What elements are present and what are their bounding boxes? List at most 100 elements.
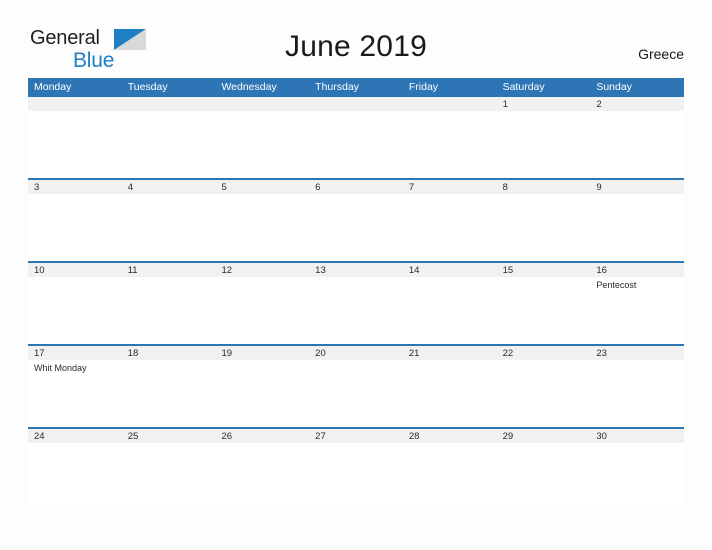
day-number: 6 <box>315 182 321 193</box>
day-number: 19 <box>221 348 233 359</box>
day-number: 17 <box>34 348 45 359</box>
calendar-day-cell[interactable]: 25 <box>121 429 216 510</box>
day-number-band <box>496 97 591 111</box>
day-number-band <box>215 180 310 194</box>
day-number: 18 <box>127 348 139 359</box>
day-number-band <box>496 180 591 194</box>
day-number: 7 <box>408 182 415 193</box>
calendar-day-cell[interactable]: 12 <box>215 263 310 344</box>
day-number: 9 <box>596 182 602 193</box>
calendar-day-cell[interactable]: 7 <box>402 180 497 261</box>
day-number: 12 <box>221 265 233 276</box>
day-number: 2 <box>596 99 602 110</box>
weekday-header-friday: Friday <box>408 81 439 93</box>
calendar-day-cell[interactable]: 27 <box>309 429 403 510</box>
day-number-band <box>590 97 685 111</box>
calendar-week-row: 12 <box>28 97 685 178</box>
calendar-day-cell[interactable]: 17 Whit Monday <box>28 346 122 427</box>
day-number: 13 <box>315 265 326 276</box>
page-header: General Blue June 2019 Greece <box>0 0 712 78</box>
day-number: 25 <box>127 431 139 442</box>
week-days: 12 <box>28 97 685 178</box>
weekday-header-sunday: Sunday <box>596 81 632 93</box>
calendar-day-cell[interactable]: 2 <box>590 97 685 178</box>
calendar-day-cell[interactable]: 30 <box>590 429 685 510</box>
calendar-day-cell[interactable]: 4 <box>121 180 216 261</box>
day-number: 28 <box>408 431 420 442</box>
calendar-day-cell[interactable]: 14 <box>402 263 497 344</box>
calendar-day-cell[interactable]: 13 <box>309 263 403 344</box>
calendar-day-cell-empty <box>28 97 122 178</box>
calendar-day-cell[interactable]: 6 <box>309 180 403 261</box>
calendar-day-cell-empty <box>309 97 403 178</box>
day-number: 29 <box>502 431 514 442</box>
day-number: 5 <box>221 182 227 193</box>
weekday-header-monday: Monday <box>34 81 72 93</box>
day-number: 22 <box>502 348 514 359</box>
day-number: 27 <box>315 431 326 442</box>
weekday-header-tuesday: Tuesday <box>127 81 168 93</box>
calendar-day-cell[interactable]: 19 <box>215 346 310 427</box>
day-number: 21 <box>408 348 420 359</box>
calendar-grid: Monday Tuesday Wednesday Thursday Friday… <box>28 78 685 510</box>
day-number: 14 <box>408 265 420 276</box>
day-number: 16 <box>596 265 607 276</box>
day-number-band <box>402 97 497 111</box>
day-number: 8 <box>502 182 508 193</box>
week-days: 10 11 12 13 14 15 16 Pentecost <box>28 263 685 344</box>
weekday-header-wednesday: Wednesday <box>221 81 277 93</box>
day-event-label: Pentecost <box>596 280 637 290</box>
weekday-header-thursday: Thursday <box>315 81 359 93</box>
day-number-band <box>309 97 403 111</box>
weekday-header-row: Monday Tuesday Wednesday Thursday Friday… <box>28 78 684 97</box>
calendar-day-cell[interactable]: 22 <box>496 346 591 427</box>
day-number: 10 <box>34 265 45 276</box>
calendar-day-cell[interactable]: 9 <box>590 180 685 261</box>
calendar-day-cell[interactable]: 8 <box>496 180 591 261</box>
calendar-day-cell[interactable]: 3 <box>28 180 122 261</box>
week-days: 3 4 5 6 7 8 9 <box>28 180 685 261</box>
region-label: Greece <box>638 46 684 62</box>
day-number-band <box>28 180 122 194</box>
week-days: 17 Whit Monday 18 19 20 21 22 23 <box>28 346 685 427</box>
day-number-band <box>309 180 403 194</box>
weekday-header-saturday: Saturday <box>502 81 545 93</box>
calendar-day-cell[interactable]: 20 <box>309 346 403 427</box>
calendar-day-cell[interactable]: 18 <box>121 346 216 427</box>
calendar-day-cell[interactable]: 11 <box>121 263 216 344</box>
calendar-day-cell[interactable]: 24 <box>28 429 122 510</box>
calendar-week-row: 3 4 5 6 7 8 9 <box>28 178 685 261</box>
calendar-day-cell[interactable]: 29 <box>496 429 591 510</box>
day-number: 20 <box>315 348 326 359</box>
week-days: 24 25 26 27 28 29 30 <box>28 429 685 510</box>
day-number: 1 <box>502 99 508 110</box>
calendar-week-row: 17 Whit Monday 18 19 20 21 22 23 <box>28 344 685 427</box>
day-events: Pentecost <box>596 279 681 291</box>
day-number: 11 <box>127 265 138 276</box>
day-events: Whit Monday <box>34 362 119 374</box>
day-number: 3 <box>34 182 40 193</box>
day-number: 4 <box>127 182 134 193</box>
calendar-weeks: 1 2 3 4 5 6 7 8 9 10 11 12 13 14 15 16 Pentecost 17 Whit M… <box>28 97 685 510</box>
calendar-day-cell[interactable]: 16 Pentecost <box>590 263 685 344</box>
calendar-day-cell[interactable]: 10 <box>28 263 122 344</box>
day-number-band <box>215 97 310 111</box>
calendar-day-cell[interactable]: 1 <box>496 97 591 178</box>
calendar-day-cell[interactable]: 23 <box>590 346 685 427</box>
calendar-week-row: 10 11 12 13 14 15 16 Pentecost <box>28 261 685 344</box>
day-number: 24 <box>34 431 45 442</box>
calendar-day-cell[interactable]: 26 <box>215 429 310 510</box>
day-number-band <box>121 180 216 194</box>
day-number-band <box>590 180 685 194</box>
calendar-day-cell[interactable]: 5 <box>215 180 310 261</box>
calendar-day-cell[interactable]: 28 <box>402 429 497 510</box>
day-number-band <box>402 180 497 194</box>
calendar-day-cell[interactable]: 15 <box>496 263 591 344</box>
day-number-band <box>28 97 122 111</box>
calendar-day-cell-empty <box>215 97 310 178</box>
calendar-week-row: 24 25 26 27 28 29 30 <box>28 427 685 510</box>
page-title: June 2019 <box>285 30 427 63</box>
day-event-label: Whit Monday <box>34 363 87 373</box>
day-number: 26 <box>221 431 233 442</box>
calendar-day-cell[interactable]: 21 <box>402 346 497 427</box>
